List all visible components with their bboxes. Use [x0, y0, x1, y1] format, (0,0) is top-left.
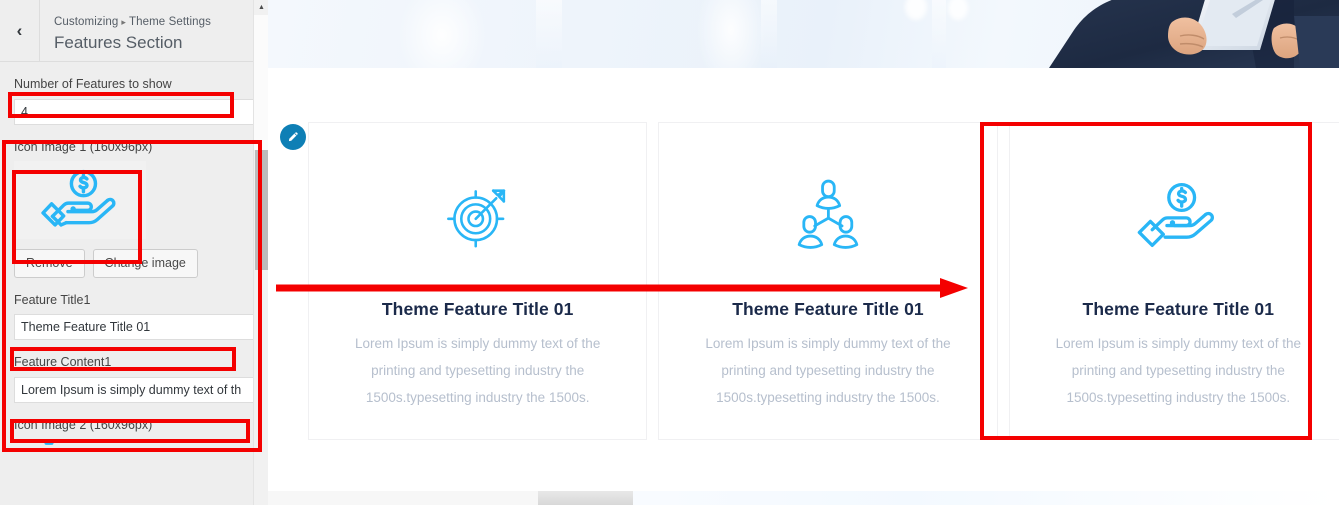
page-title: Features Section [54, 32, 183, 52]
breadcrumb: Customizing ▸ Theme Settings [54, 14, 211, 30]
feature-title-1-input[interactable] [14, 314, 254, 341]
feature-card-text: Lorem Ipsum is simply dummy text of the … [1055, 336, 1301, 405]
scrollbar-track-upper[interactable] [254, 15, 268, 150]
feature-card[interactable]: Theme Feature Title 01 Lorem Ipsum is si… [308, 122, 648, 440]
hand-holding-dollar-icon [1138, 182, 1215, 248]
next-section-peek [268, 491, 1339, 505]
control-feature-content-1: Feature Content1 [0, 354, 268, 403]
hero-window-stripe-3 [932, 0, 947, 68]
icon-image-2-preview[interactable] [14, 439, 254, 459]
feature-card-title: Theme Feature Title 01 [732, 299, 924, 319]
icon-image-1-preview[interactable] [14, 161, 146, 239]
control-number-of-features: Number of Features to show [0, 76, 268, 125]
hero-window-stripe [535, 0, 562, 68]
hero-light-blur [396, 0, 487, 68]
feature-card-icon [789, 167, 867, 263]
panel-body: Number of Features to show Icon Image 1 … [0, 76, 268, 459]
breadcrumb-separator-icon: ▸ [121, 17, 126, 28]
feature-card-text: Lorem Ipsum is simply dummy text of the … [705, 336, 951, 405]
hero-light-blur-2 [696, 0, 767, 68]
feature-card-title: Theme Feature Title 01 [1082, 299, 1275, 319]
businessman-tablet-photo [1049, 0, 1339, 68]
hero-banner-image [268, 0, 1339, 68]
target-arrow-icon [446, 189, 505, 248]
scroll-up-arrow-icon[interactable]: ▲ [254, 0, 268, 15]
pencil-edit-icon [288, 132, 298, 142]
feature-card-icon [1132, 167, 1224, 263]
hero-window-stripe-2 [760, 0, 777, 68]
number-of-features-input[interactable] [14, 98, 254, 125]
feature-content-1-input[interactable] [14, 376, 254, 403]
feature-card[interactable]: Theme Feature Title 01 Lorem Ipsum is si… [1008, 122, 1339, 440]
hero-bokeh-dot-2 [948, 0, 969, 20]
hero-bokeh-dot [905, 0, 928, 20]
breadcrumb-root: Customizing [54, 16, 119, 29]
next-section-thumbnail [538, 491, 633, 505]
feature-card-icon [440, 167, 516, 263]
edit-shortcut-button[interactable] [280, 124, 306, 150]
customizer-screen: ‹ Customizing ▸ Theme Settings Features Se… [0, 0, 1339, 505]
number-of-features-label: Number of Features to show [14, 77, 172, 91]
control-icon-image-1: Icon Image 1 (160x96px) Remove Change im… [0, 139, 268, 278]
feature-card[interactable]: Theme Feature Title 01 Lorem Ipsum is si… [658, 122, 998, 440]
panel-header: ‹ Customizing ▸ Theme Settings Features Se… [0, 0, 268, 62]
icon-image-2-label: Icon Image 2 (160x96px) [14, 417, 153, 432]
partial-icon [44, 441, 54, 446]
sidebar-scrollbar[interactable]: ▲ [253, 0, 268, 505]
change-image-button[interactable]: Change image [92, 249, 198, 278]
feature-card-title: Theme Feature Title 01 [381, 299, 574, 319]
feature-content-1-label: Feature Content1 [14, 355, 112, 370]
breadcrumb-parent: Theme Settings [129, 16, 211, 29]
hand-holding-dollar-icon [41, 169, 116, 227]
chevron-left-icon: ‹ [16, 21, 23, 40]
control-feature-title-1: Feature Title1 [0, 292, 268, 341]
features-card-row: Theme Feature Title 01 Lorem Ipsum is si… [308, 122, 1339, 440]
feature-title-1-label: Feature Title1 [14, 292, 91, 307]
icon-image-1-label: Icon Image 1 (160x96px) [14, 139, 153, 154]
image-action-buttons: Remove Change image [14, 249, 254, 278]
control-icon-image-2: Icon Image 2 (160x96px) [0, 417, 268, 460]
team-network-icon [797, 179, 859, 249]
customizer-sidebar: ‹ Customizing ▸ Theme Settings Features Se… [0, 0, 268, 505]
scrollbar-thumb[interactable] [255, 150, 268, 270]
remove-image-button[interactable]: Remove [14, 249, 85, 278]
back-button[interactable]: ‹ [0, 0, 40, 61]
panel-title-group: Customizing ▸ Theme Settings Features Sect… [40, 0, 211, 61]
feature-card-text: Lorem Ipsum is simply dummy text of the … [355, 336, 601, 405]
site-preview: Theme Feature Title 01 Lorem Ipsum is si… [268, 0, 1339, 505]
